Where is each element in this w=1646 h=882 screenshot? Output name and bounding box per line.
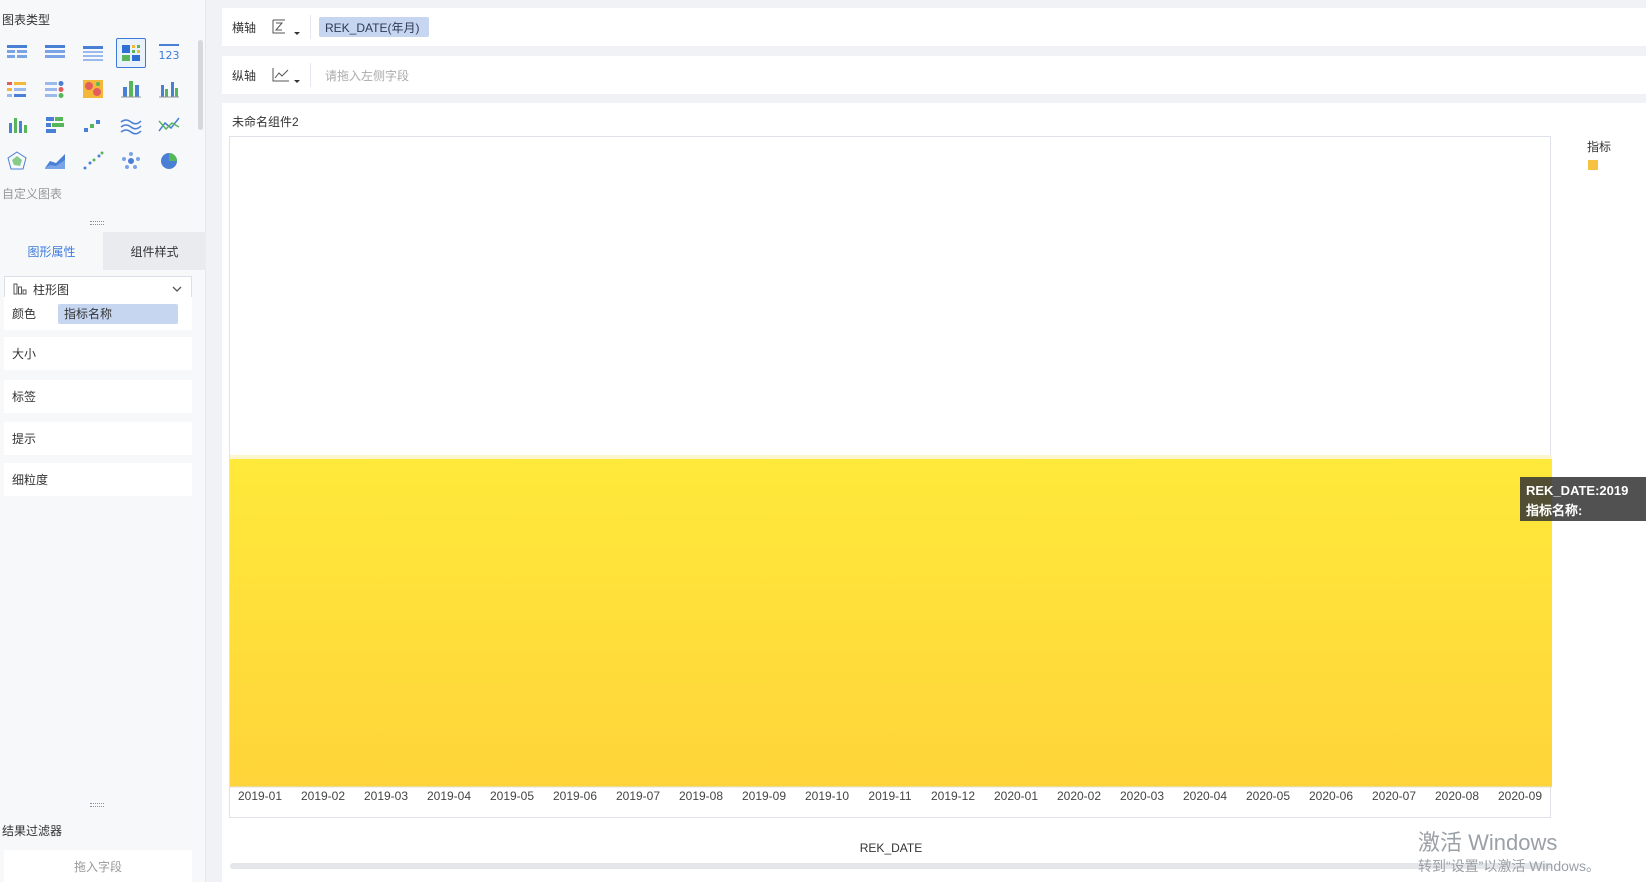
x-tick-label: 2019-06: [553, 789, 597, 803]
chart-tooltip: REK_DATE:2019 指标名称:: [1520, 477, 1646, 521]
chart-svg: 2019-01 2019-02 2019-03 2019-04 2019-05 2019-…: [230, 455, 1552, 803]
chart-grid-scrollbar[interactable]: [198, 40, 203, 130]
x-tick-label: 2020-01: [994, 789, 1038, 803]
chart-card: 未命名组件2 2019-01 2019-02 2019-03 2019-04 2019-…: [222, 103, 1646, 882]
heatmap-icon[interactable]: [78, 74, 108, 104]
x-tick-label: 2019-05: [490, 789, 534, 803]
tooltip-property[interactable]: 提示: [4, 422, 192, 455]
x-tick-label: 2020-02: [1057, 789, 1101, 803]
radar-chart-icon[interactable]: [2, 146, 32, 176]
y-axis-row: 纵轴 请拖入左侧字段: [222, 56, 1646, 94]
axis-type-icon[interactable]: [270, 17, 310, 37]
chart-type-value: 柱形图: [33, 282, 70, 297]
horizontal-scrollbar[interactable]: [230, 863, 1552, 869]
x-axis-row: 横轴 REK_DATE(年月): [222, 8, 1646, 46]
property-tabs: 图形属性 组件样式: [0, 232, 206, 270]
x-tick-label: 2019-01: [238, 789, 282, 803]
filter-drop-zone[interactable]: 拖入字段: [4, 850, 192, 882]
granularity-property[interactable]: 细粒度: [4, 463, 192, 496]
column-chart-icon[interactable]: [2, 110, 32, 140]
label-label: 标签: [12, 390, 37, 404]
component-title: 未命名组件2: [232, 115, 299, 129]
left-panel: 图表类型 123 自定义图表 图形属性 组件样式 柱形图 颜色 指标名称 大小 …: [0, 0, 206, 882]
hover-highlight-band[interactable]: [230, 459, 1552, 787]
x-tick-label: 2019-03: [364, 789, 408, 803]
tooltip-line-metric: 指标名称:: [1526, 503, 1583, 518]
windows-activation-watermark: 激活 Windows 转到“设置”以激活 Windows。: [1418, 830, 1600, 876]
chevron-down-icon: [171, 283, 183, 298]
x-tick-label: 2019-10: [805, 789, 849, 803]
detail-table-icon[interactable]: [78, 38, 108, 68]
tooltip-line-date: REK_DATE:2019: [1526, 483, 1629, 498]
line-chart-icon[interactable]: [154, 110, 184, 140]
area-lines-icon[interactable]: [116, 110, 146, 140]
x-tick-label: 2019-11: [868, 789, 911, 803]
resize-handle-bottom[interactable]: [90, 803, 104, 807]
tooltip-label: 提示: [12, 432, 37, 446]
x-tick-label: 2019-07: [616, 789, 660, 803]
horizontal-bar-icon[interactable]: [40, 110, 70, 140]
size-label: 大小: [12, 347, 37, 361]
y-axis-placeholder[interactable]: 请拖入左侧字段: [319, 67, 409, 84]
cross-table-icon[interactable]: [40, 38, 70, 68]
x-tick-label: 2020-07: [1372, 789, 1416, 803]
granularity-label: 细粒度: [12, 473, 49, 487]
color-property[interactable]: 颜色 指标名称: [4, 297, 192, 330]
result-filter-title: 结果过滤器: [2, 824, 63, 838]
waterfall-icon[interactable]: [78, 110, 108, 140]
number-table-icon[interactable]: [2, 74, 32, 104]
highlight-band-edge: [230, 455, 1552, 459]
size-property[interactable]: 大小: [4, 337, 192, 370]
x-tick-label: 2020-08: [1435, 789, 1479, 803]
color-field-pill[interactable]: 指标名称: [58, 303, 179, 324]
svg-text:123: 123: [159, 49, 180, 62]
plot-area[interactable]: 2019-01 2019-02 2019-03 2019-04 2019-05 2019-…: [229, 136, 1552, 869]
line-axis-icon[interactable]: [270, 65, 310, 85]
x-tick-label: 2019-09: [742, 789, 786, 803]
legend-title: 指标: [1587, 140, 1612, 154]
x-tick-label: 2020-06: [1309, 789, 1353, 803]
resize-handle[interactable]: [90, 221, 104, 225]
axis-divider: [310, 15, 311, 39]
color-label: 颜色: [12, 307, 37, 321]
x-tick-label: 2019-04: [427, 789, 471, 803]
dot-table-icon[interactable]: [40, 74, 70, 104]
x-axis-title: REK_DATE: [859, 841, 923, 855]
tab-component-style[interactable]: 组件样式: [103, 232, 206, 270]
custom-chart-label[interactable]: 自定义图表: [2, 185, 62, 202]
legend-swatch[interactable]: [1588, 160, 1598, 170]
x-tick-label: 2020-09: [1498, 789, 1542, 803]
y-axis-label: 纵轴: [232, 68, 257, 83]
axis-divider: [310, 63, 311, 87]
x-axis-field-pill[interactable]: REK_DATE(年月): [319, 17, 430, 37]
area-chart-icon[interactable]: [40, 146, 70, 176]
heatmap-block-icon[interactable]: [116, 38, 146, 68]
label-property[interactable]: 标签: [4, 380, 192, 413]
stacked-bar-icon[interactable]: [116, 74, 146, 104]
grouped-bar-icon[interactable]: [154, 74, 184, 104]
chart-types-title: 图表类型: [2, 13, 51, 27]
pie-chart-icon[interactable]: [154, 146, 184, 176]
x-tick-label: 2019-12: [931, 789, 975, 803]
x-tick-label: 2020-04: [1183, 789, 1227, 803]
scatter-chart-icon[interactable]: [78, 146, 108, 176]
tab-graphic-properties[interactable]: 图形属性: [0, 232, 103, 270]
table-chart-icon[interactable]: [2, 38, 32, 68]
x-tick-label: 2020-05: [1246, 789, 1290, 803]
x-tick-label: 2020-03: [1120, 789, 1164, 803]
x-tick-label: 2019-02: [301, 789, 345, 803]
x-tick-label: 2019-08: [679, 789, 723, 803]
kpi-number-icon[interactable]: 123: [154, 38, 184, 68]
bar-chart-icon: [13, 281, 27, 298]
x-axis-label: 横轴: [232, 20, 257, 35]
watermark-line2: 转到“设置”以激活 Windows。: [1418, 858, 1601, 874]
watermark-line1: 激活 Windows: [1418, 830, 1558, 855]
bubble-chart-icon[interactable]: [116, 146, 146, 176]
